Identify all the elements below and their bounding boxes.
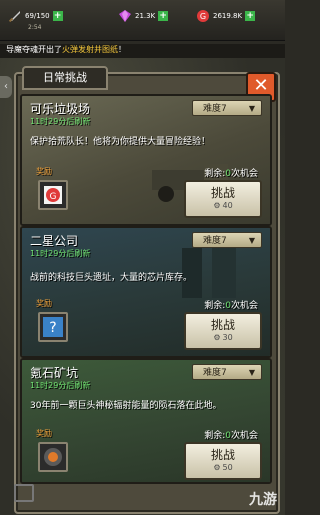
stamina-value: 69/150 — [25, 12, 50, 20]
card-description: 战前的科技巨头遗址，大量的芯片库存。 — [30, 273, 193, 283]
challenge-card-two-star-company: 二星公司 11时29分后刷新 难度7 ▼ 战前的科技巨头遗址，大量的芯片库存。 … — [20, 226, 272, 358]
resource-bar: 69/150 + 2:54 21.3K + G 2619.8K + — [0, 0, 285, 41]
challenge-card-kryptonite-mine: 氪石矿坑 11时29分后刷新 难度7 ▼ 30年前一颗巨头神秘辐射能量的陨石落在… — [20, 358, 272, 484]
stamina-counter: 69/150 + — [8, 6, 63, 26]
gem-value: 21.3K — [135, 12, 156, 20]
gear-icon: ⚙ — [213, 463, 221, 472]
watermark-logo: 九游 — [249, 492, 277, 508]
remaining-attempts: 剩余:0次机会 — [204, 431, 258, 441]
refresh-timer: 11时29分后刷新 — [30, 381, 91, 390]
difficulty-select[interactable]: 难度7 ▼ — [192, 100, 262, 116]
remaining-attempts: 剩余:0次机会 — [204, 301, 258, 311]
coin-counter: G 2619.8K + — [196, 6, 256, 26]
reward-label: 奖励 — [36, 299, 52, 308]
chevron-down-icon: ▼ — [248, 368, 255, 377]
announcement-ticker: 导魔夺魂开出了火弹发射井图纸！ — [0, 44, 285, 58]
card-description: 30年前一颗巨头神秘辐射能量的陨石落在此地。 — [30, 401, 222, 411]
card-stack-icon[interactable] — [14, 484, 34, 502]
tab-daily-challenge[interactable]: 日常挑战 — [22, 66, 108, 90]
coin-value: 2619.8K — [213, 12, 243, 20]
refresh-timer: 11时29分后刷新 — [30, 117, 91, 126]
reward-label: 奖励 — [36, 167, 52, 176]
sword-icon — [8, 9, 22, 23]
gear-icon: ⚙ — [213, 201, 221, 210]
stamina-timer: 2:54 — [28, 24, 42, 31]
add-coins-button[interactable]: + — [245, 11, 256, 21]
reward-item[interactable]: ? — [38, 312, 68, 342]
difficulty-select[interactable]: 难度7 ▼ — [192, 232, 262, 248]
gem-icon — [118, 9, 132, 23]
card-title: 可乐垃圾场 — [30, 102, 91, 116]
challenge-card-cola-junkyard: 可乐垃圾场 11时29分后刷新 难度7 ▼ 保护拾荒队长！他将为你提供大量冒险经… — [20, 94, 272, 226]
mystery-chip-icon: ? — [43, 317, 63, 337]
challenge-button[interactable]: 挑战 ⚙ 40 — [184, 180, 262, 218]
reward-item[interactable] — [38, 442, 68, 472]
gem-counter: 21.3K + — [118, 6, 169, 26]
challenge-button[interactable]: 挑战 ⚙ 50 — [184, 442, 262, 480]
kryptonite-icon — [44, 448, 62, 466]
card-title: 氪石矿坑 — [30, 366, 79, 380]
card-title: 二星公司 — [30, 234, 79, 248]
remaining-attempts: 剩余:0次机会 — [204, 169, 258, 179]
g-coin-icon: G — [196, 9, 210, 23]
difficulty-select[interactable]: 难度7 ▼ — [192, 364, 262, 380]
svg-text:G: G — [200, 12, 206, 21]
side-expand-arrow-icon[interactable]: ‹ — [0, 76, 12, 98]
add-gems-button[interactable]: + — [158, 11, 169, 21]
chevron-down-icon: ▼ — [248, 104, 255, 113]
svg-text:G: G — [50, 192, 57, 202]
chevron-down-icon: ▼ — [248, 236, 255, 245]
reward-item[interactable]: G — [38, 180, 68, 210]
gear-icon: ⚙ — [213, 333, 221, 342]
add-stamina-button[interactable]: + — [52, 11, 63, 21]
g-coin-icon: G — [44, 186, 62, 204]
svg-text:?: ? — [49, 320, 56, 336]
card-description: 保护拾荒队长！他将为你提供大量冒险经验！ — [30, 137, 211, 147]
refresh-timer: 11时29分后刷新 — [30, 249, 91, 258]
reward-label: 奖励 — [36, 429, 52, 438]
challenge-button[interactable]: 挑战 ⚙ 30 — [184, 312, 262, 350]
